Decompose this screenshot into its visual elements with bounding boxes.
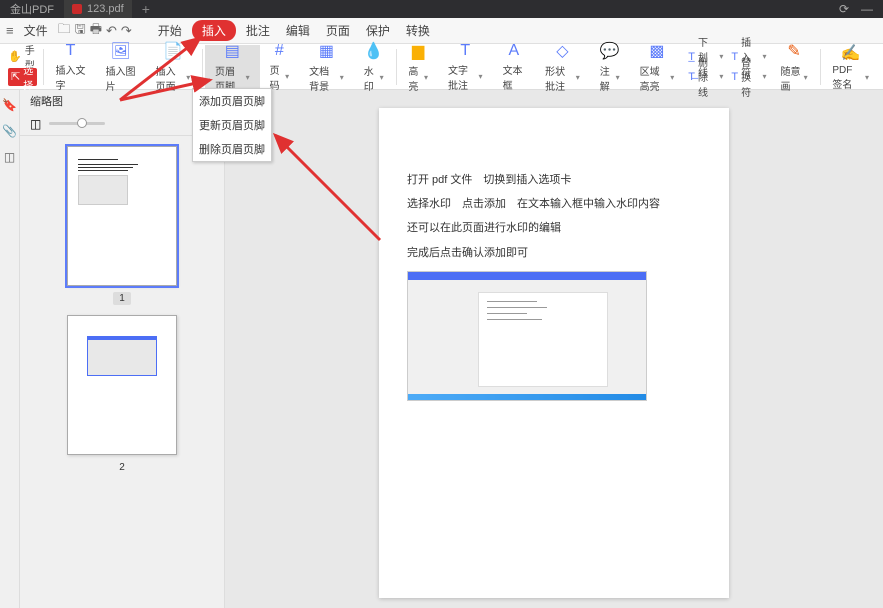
text-annotate-button[interactable]: T文字批注▾ xyxy=(438,45,493,89)
ribbon-toolbar: ✋手型 ⇱选择 T插入文字 🖼插入图片 📄插入页面▾ ▤页眉页脚▾ #页码▾ ▦… xyxy=(0,44,883,90)
freehand-button[interactable]: ✎随意画▾ xyxy=(771,45,818,89)
replace-char-button[interactable]: T替换符▾ xyxy=(731,68,766,86)
insert-image-button[interactable]: 🖼插入图片 xyxy=(96,45,146,89)
shape-annotate-button[interactable]: ◇形状批注▾ xyxy=(535,45,590,89)
pdf-file-icon xyxy=(72,4,82,14)
print-icon[interactable]: 🖶 xyxy=(90,20,102,42)
strikethrough-button[interactable]: T̶删除线▾ xyxy=(688,68,723,86)
minimize-icon[interactable]: — xyxy=(861,2,873,16)
main-body: 🔖 📎 ◫ 缩略图 ◫ ⚙ 1 xyxy=(0,90,883,608)
redo-icon[interactable]: ↷ xyxy=(121,23,132,39)
annotate-button[interactable]: 💬注解▾ xyxy=(590,45,630,89)
thumbnail-item[interactable]: 2 xyxy=(67,315,177,474)
thumbnail-page-2[interactable] xyxy=(67,315,177,455)
highlight-button[interactable]: ▆高亮▾ xyxy=(398,45,438,89)
document-canvas[interactable]: 打开 pdf 文件 切换到插入选项卡 选择水印 点击添加 在文本输入框中输入水印… xyxy=(225,90,883,608)
save-icon[interactable]: 🖫 xyxy=(75,20,86,42)
sidebar-icons: 🔖 📎 ◫ xyxy=(0,90,20,608)
window-controls: ⟳ — xyxy=(839,2,883,16)
attachment-icon[interactable]: 📎 xyxy=(2,124,17,138)
menu-icon[interactable]: ≡ xyxy=(6,23,14,38)
thumbnail-page-label: 2 xyxy=(113,461,131,474)
new-tab-button[interactable]: + xyxy=(132,1,160,17)
tab-filename: 123.pdf xyxy=(87,3,124,15)
menu-page[interactable]: 页面 xyxy=(320,19,356,42)
dropdown-update-header[interactable]: 更新页眉页脚 xyxy=(193,113,271,137)
thumbnails-panel: 缩略图 ◫ ⚙ 1 2 xyxy=(20,90,225,608)
thumbnails-list: 1 2 xyxy=(20,136,224,608)
mode-group: ✋手型 ⇱选择 xyxy=(4,45,41,89)
page-number-button[interactable]: #页码▾ xyxy=(260,45,300,89)
textbox-button[interactable]: A文本框 xyxy=(493,45,536,89)
dropdown-delete-header[interactable]: 删除页眉页脚 xyxy=(193,137,271,161)
title-bar: 金山PDF 123.pdf + ⟳ — xyxy=(0,0,883,18)
document-page: 打开 pdf 文件 切换到插入选项卡 选择水印 点击添加 在文本输入框中输入水印… xyxy=(379,108,729,598)
header-footer-dropdown: 添加页眉页脚 更新页眉页脚 删除页眉页脚 xyxy=(192,88,272,162)
background-button[interactable]: ▦文档背景▾ xyxy=(299,45,354,89)
insert-text-button[interactable]: T插入文字 xyxy=(45,45,95,89)
insert-page-button[interactable]: 📄插入页面▾ xyxy=(146,45,201,89)
refresh-icon[interactable]: ⟳ xyxy=(839,2,849,16)
thumbnail-zoom-slider[interactable] xyxy=(49,122,105,125)
thumbnail-item[interactable]: 1 xyxy=(67,146,177,305)
dropdown-add-header[interactable]: 添加页眉页脚 xyxy=(193,89,271,113)
select-tool[interactable]: ⇱选择 xyxy=(8,68,37,86)
bookmark-icon[interactable]: 🔖 xyxy=(2,98,17,112)
char-group: T插入符▾ T替换符▾ xyxy=(727,45,770,89)
embedded-screenshot xyxy=(407,271,647,401)
menu-edit[interactable]: 编辑 xyxy=(280,19,316,42)
menu-annotate[interactable]: 批注 xyxy=(240,19,276,42)
undo-icon[interactable]: ↶ xyxy=(106,23,117,39)
app-name: 金山PDF xyxy=(0,1,64,17)
watermark-button[interactable]: 💧水印▾ xyxy=(354,45,394,89)
pdf-sign-button[interactable]: ✍PDF 签名▾ xyxy=(822,45,879,89)
menu-convert[interactable]: 转换 xyxy=(400,19,436,42)
menu-protect[interactable]: 保护 xyxy=(360,19,396,42)
area-highlight-button[interactable]: ▩区域高亮▾ xyxy=(630,45,685,89)
menu-start[interactable]: 开始 xyxy=(152,19,188,42)
doc-paragraph-4: 完成后点击确认添加即可 xyxy=(407,241,701,265)
doc-paragraph-3: 还可以在此页面进行水印的编辑 xyxy=(407,216,701,240)
menu-insert[interactable]: 插入 xyxy=(192,20,236,41)
line-group: T̲下划线▾ T̶删除线▾ xyxy=(684,45,727,89)
menu-file[interactable]: 文件 xyxy=(18,19,54,42)
layers-icon[interactable]: ◫ xyxy=(4,150,15,164)
doc-paragraph-2: 选择水印 点击添加 在文本输入框中输入水印内容 xyxy=(407,192,701,216)
doc-paragraph-1: 打开 pdf 文件 切换到插入选项卡 xyxy=(407,168,701,192)
thumbnail-page-label: 1 xyxy=(113,292,131,305)
thumbnail-page-1[interactable] xyxy=(67,146,177,286)
open-icon[interactable]: 🗀 xyxy=(58,20,71,42)
document-tab[interactable]: 123.pdf xyxy=(64,0,132,18)
thumb-tool-1[interactable]: ◫ xyxy=(30,117,41,131)
header-footer-button[interactable]: ▤页眉页脚▾ xyxy=(205,45,260,89)
